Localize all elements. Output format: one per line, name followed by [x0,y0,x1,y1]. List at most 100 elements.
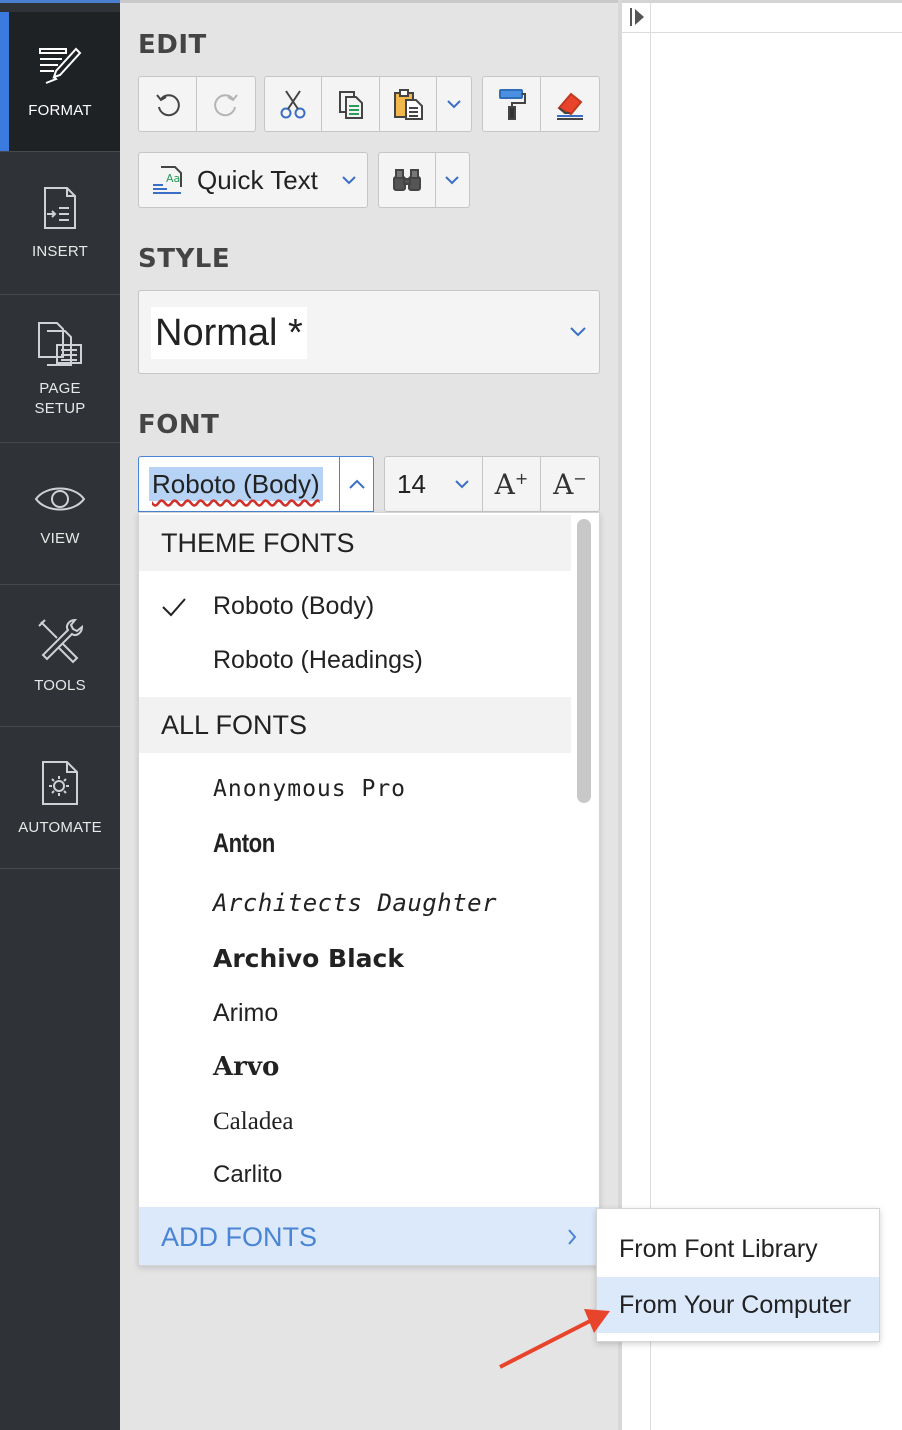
theme-fonts-header: THEME FONTS [139,515,571,571]
undo-button[interactable] [139,77,197,131]
chevron-up-icon [348,479,365,489]
paint-roller-icon [498,89,526,120]
font-option-label: Arvo [213,1052,280,1082]
font-family-input[interactable]: Roboto (Body) [138,456,374,512]
quick-text-group: Aa Quick Text [138,152,368,208]
insert-icon [44,187,76,229]
font-option-architects-daughter[interactable]: Architects Daughter [139,876,571,930]
paste-icon [394,89,424,120]
rail-item-page-setup[interactable]: PAGE SETUP [0,295,120,443]
chevron-down-icon [570,327,586,337]
font-option-label: Archivo Black [213,944,404,973]
font-size-value: 14 [397,468,426,499]
redo-button[interactable] [197,77,255,131]
paste-options-dropdown[interactable] [437,77,471,131]
font-option-label: Anton [213,828,275,858]
font-option-roboto-body[interactable]: Roboto (Body) [139,579,571,633]
automate-icon [42,760,78,805]
font-option-caladea[interactable]: Caladea [139,1094,571,1148]
scissors-icon [280,90,306,119]
font-family-value: Roboto (Body) [149,467,323,501]
eraser-icon [557,92,583,120]
style-value: Normal * [151,307,307,359]
collapse-panel-button[interactable] [626,6,648,28]
rail-item-insert[interactable]: INSERT [0,152,120,295]
decrease-font-size-button[interactable]: A − [541,457,599,511]
add-fonts-item[interactable]: ADD FONTS [139,1207,599,1265]
style-section-title: STYLE [138,244,231,274]
undo-icon [155,94,180,117]
font-dropdown-toggle[interactable] [339,457,373,511]
chevron-right-icon [568,1229,577,1245]
font-size-select[interactable]: 14 [385,457,483,511]
font-section-title: FONT [138,410,220,440]
find-button[interactable] [379,153,436,207]
clear-formatting-button[interactable] [541,77,599,131]
rail-item-format[interactable]: FORMAT [0,12,120,152]
rail-item-view[interactable]: VIEW [0,443,120,585]
rail-label-insert: INSERT [32,243,88,260]
edit-section-title: EDIT [138,30,207,60]
find-options-dropdown[interactable] [436,153,469,207]
quick-text-icon: Aa [153,166,182,194]
rail-label-format: FORMAT [28,101,92,119]
font-option-label: Carlito [213,1161,283,1188]
paragraph-style-select[interactable]: Normal * [138,290,600,374]
copy-button[interactable] [322,77,380,131]
increase-font-size-button[interactable]: A + [483,457,541,511]
binoculars-icon [392,169,421,191]
svg-text:Aa: Aa [166,172,180,185]
chevron-down-icon [342,176,356,185]
redo-icon [214,94,238,117]
chevron-down-icon [447,100,461,109]
find-group [378,152,470,208]
font-option-label: Roboto (Body) [213,592,375,620]
font-option-archivo-black[interactable]: Archivo Black [139,932,571,986]
cut-button[interactable] [265,77,323,131]
submenu-item-label: From Your Computer [619,1291,852,1319]
quick-text-label: Quick Text [197,164,318,195]
add-fonts-submenu: From Font Library From Your Computer [596,1208,880,1342]
font-option-anonymous-pro[interactable]: Anonymous Pro [139,761,571,815]
font-option-anton[interactable]: Anton [139,816,571,870]
rail-label-automate: AUTOMATE [18,818,102,836]
rail-item-tools[interactable]: TOOLS [0,585,120,727]
add-fonts-label: ADD FONTS [161,1221,318,1252]
chevron-down-icon [455,480,469,489]
app-window: FORMAT INSERT PAGE SETUP VIEW TOOLS AUTO… [0,0,902,1430]
page-setup-icon [38,321,82,366]
format-brush-icon [39,47,82,84]
font-option-label: Anonymous Pro [213,776,407,802]
dropdown-scrollbar[interactable] [577,519,591,803]
font-option-arimo[interactable]: Arimo [139,986,571,1040]
clipboard-group [264,76,472,132]
font-option-roboto-headings[interactable]: Roboto (Headings) [139,633,571,687]
collapse-panel-icon [630,8,644,26]
font-size-group: 14 A + A − [384,456,600,512]
rail-label-view: VIEW [40,529,80,547]
font-option-label: Architects Daughter [213,889,498,917]
tools-icon [38,618,84,663]
rail-label-page-setup: PAGE SETUP [34,379,86,417]
format-painter-button[interactable] [483,77,541,131]
quick-text-button[interactable]: Aa Quick Text [139,153,367,207]
font-option-label: Arimo [213,999,279,1027]
copy-icon [338,91,363,119]
eye-icon [34,487,86,510]
font-option-arvo[interactable]: Arvo [139,1040,571,1094]
paste-button[interactable] [380,77,438,131]
format-tools-group [482,76,600,132]
rail-label-tools: TOOLS [34,676,86,694]
rail-top-accent [0,0,120,3]
from-your-computer-item[interactable]: From Your Computer [597,1277,879,1333]
font-dropdown-menu: THEME FONTS Roboto (Body) Roboto (Headin… [138,512,600,1266]
panel-top-border [120,0,618,3]
chevron-down-icon [445,176,460,185]
undo-redo-group [138,76,256,132]
doc-ruler [622,3,902,33]
font-option-label: Roboto (Headings) [213,646,423,674]
nav-rail: FORMAT INSERT PAGE SETUP VIEW TOOLS AUTO… [0,0,120,1430]
rail-item-automate[interactable]: AUTOMATE [0,727,120,869]
font-option-carlito[interactable]: Carlito [139,1147,571,1201]
from-font-library-item[interactable]: From Font Library [597,1221,879,1277]
